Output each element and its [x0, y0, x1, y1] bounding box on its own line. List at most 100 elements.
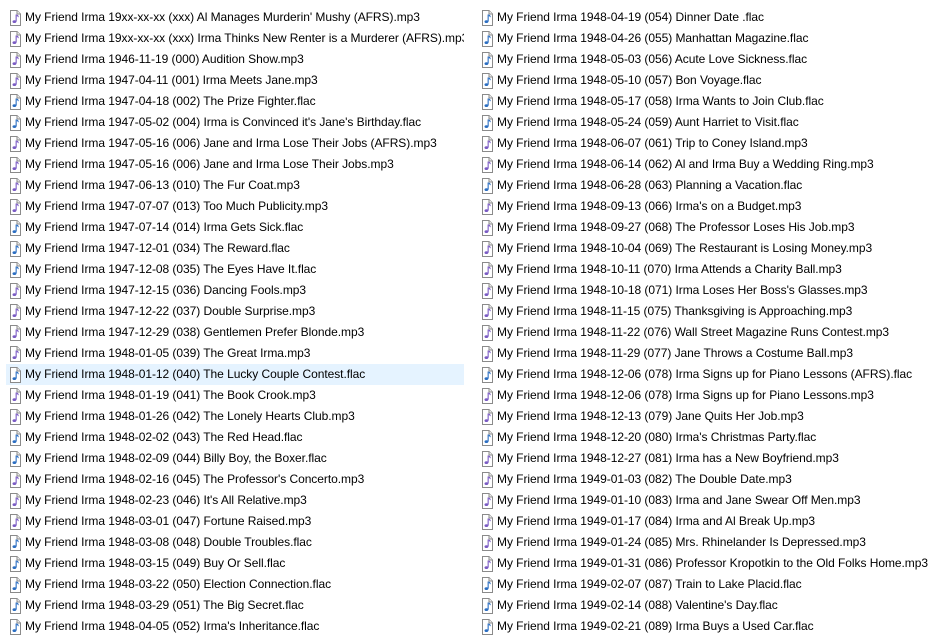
file-item[interactable]: My Friend Irma 1948-01-05 (039) The Grea…: [6, 343, 464, 364]
file-item[interactable]: My Friend Irma 1947-04-11 (001) Irma Mee…: [6, 70, 464, 91]
file-name: My Friend Irma 1948-12-06 (078) Irma Sig…: [497, 367, 913, 381]
file-name: My Friend Irma 1947-04-11 (001) Irma Mee…: [25, 73, 318, 87]
file-item[interactable]: My Friend Irma 1947-12-22 (037) Double S…: [6, 301, 464, 322]
file-name: My Friend Irma 1947-05-16 (006) Jane and…: [25, 157, 394, 171]
file-item[interactable]: My Friend Irma 1948-12-06 (078) Irma Sig…: [478, 364, 933, 385]
mp3-audio-file-icon: [10, 387, 21, 404]
file-name: My Friend Irma 1948-03-22 (050) Election…: [25, 577, 332, 591]
file-name: My Friend Irma 1948-12-13 (079) Jane Qui…: [497, 409, 804, 423]
file-item[interactable]: My Friend Irma 1949-02-07 (087) Train to…: [478, 574, 933, 595]
file-item[interactable]: My Friend Irma 1949-02-14 (088) Valentin…: [478, 595, 933, 616]
file-item[interactable]: My Friend Irma 1949-01-24 (085) Mrs. Rhi…: [478, 532, 933, 553]
file-name: My Friend Irma 1948-10-04 (069) The Rest…: [497, 241, 873, 255]
file-item[interactable]: My Friend Irma 1948-03-29 (051) The Big …: [6, 595, 464, 616]
file-item[interactable]: My Friend Irma 1948-12-20 (080) Irma's C…: [478, 427, 933, 448]
file-item[interactable]: My Friend Irma 1948-01-26 (042) The Lone…: [6, 406, 464, 427]
file-name: My Friend Irma 1948-05-10 (057) Bon Voya…: [497, 73, 762, 87]
file-item[interactable]: My Friend Irma 1948-06-07 (061) Trip to …: [478, 133, 933, 154]
flac-audio-file-icon: [10, 366, 21, 383]
file-item[interactable]: My Friend Irma 1948-03-01 (047) Fortune …: [6, 511, 464, 532]
file-item[interactable]: My Friend Irma 1948-12-13 (079) Jane Qui…: [478, 406, 933, 427]
file-name: My Friend Irma 1947-05-02 (004) Irma is …: [25, 115, 422, 129]
flac-audio-file-icon: [10, 576, 21, 593]
file-item[interactable]: My Friend Irma 1947-12-08 (035) The Eyes…: [6, 259, 464, 280]
file-item[interactable]: My Friend Irma 1947-04-18 (002) The Priz…: [6, 91, 464, 112]
file-item[interactable]: My Friend Irma 1947-05-16 (006) Jane and…: [6, 154, 464, 175]
file-item[interactable]: My Friend Irma 1948-05-03 (056) Acute Lo…: [478, 49, 933, 70]
file-item[interactable]: My Friend Irma 19xx-xx-xx (xxx) Al Manag…: [6, 7, 464, 28]
file-item[interactable]: My Friend Irma 1948-02-16 (045) The Prof…: [6, 469, 464, 490]
mp3-audio-file-icon: [482, 240, 493, 257]
file-item[interactable]: My Friend Irma 1948-10-11 (070) Irma Att…: [478, 259, 933, 280]
file-name: My Friend Irma 1947-06-13 (010) The Fur …: [25, 178, 300, 192]
file-item[interactable]: My Friend Irma 1948-05-10 (057) Bon Voya…: [478, 70, 933, 91]
file-item[interactable]: My Friend Irma 1948-04-26 (055) Manhatta…: [478, 28, 933, 49]
file-item[interactable]: My Friend Irma 1948-01-12 (040) The Luck…: [6, 364, 464, 385]
file-item[interactable]: My Friend Irma 19xx-xx-xx (xxx) Irma Thi…: [6, 28, 464, 49]
file-item[interactable]: My Friend Irma 1946-11-19 (000) Audition…: [6, 49, 464, 70]
file-item[interactable]: My Friend Irma 1948-06-14 (062) Al and I…: [478, 154, 933, 175]
file-name: My Friend Irma 1949-02-21 (089) Irma Buy…: [497, 619, 814, 633]
file-name: My Friend Irma 1947-04-18 (002) The Priz…: [25, 94, 316, 108]
file-item[interactable]: My Friend Irma 1948-11-15 (075) Thanksgi…: [478, 301, 933, 322]
file-item[interactable]: My Friend Irma 1948-12-27 (081) Irma has…: [478, 448, 933, 469]
file-item[interactable]: My Friend Irma 1948-11-22 (076) Wall Str…: [478, 322, 933, 343]
file-item[interactable]: My Friend Irma 1948-09-13 (066) Irma's o…: [478, 196, 933, 217]
mp3-audio-file-icon: [482, 135, 493, 152]
file-name: My Friend Irma 1947-12-22 (037) Double S…: [25, 304, 316, 318]
file-item[interactable]: My Friend Irma 1948-03-08 (048) Double T…: [6, 532, 464, 553]
file-item[interactable]: My Friend Irma 1948-03-15 (049) Buy Or S…: [6, 553, 464, 574]
mp3-audio-file-icon: [482, 408, 493, 425]
file-item[interactable]: My Friend Irma 1949-01-17 (084) Irma and…: [478, 511, 933, 532]
file-list-column-right: My Friend Irma 1948-04-19 (054) Dinner D…: [478, 7, 933, 637]
mp3-audio-file-icon: [482, 450, 493, 467]
mp3-audio-file-icon: [10, 9, 21, 26]
file-item[interactable]: My Friend Irma 1947-12-01 (034) The Rewa…: [6, 238, 464, 259]
flac-audio-file-icon: [482, 429, 493, 446]
file-name: My Friend Irma 1948-01-12 (040) The Luck…: [25, 367, 366, 381]
file-item[interactable]: My Friend Irma 1948-11-29 (077) Jane Thr…: [478, 343, 933, 364]
file-item[interactable]: My Friend Irma 1948-10-04 (069) The Rest…: [478, 238, 933, 259]
file-item[interactable]: My Friend Irma 1948-06-28 (063) Planning…: [478, 175, 933, 196]
file-name: My Friend Irma 1947-12-29 (038) Gentleme…: [25, 325, 365, 339]
flac-audio-file-icon: [482, 366, 493, 383]
file-item[interactable]: My Friend Irma 1947-05-16 (006) Jane and…: [6, 133, 464, 154]
mp3-audio-file-icon: [482, 492, 493, 509]
file-item[interactable]: My Friend Irma 1949-01-31 (086) Professo…: [478, 553, 933, 574]
file-name: My Friend Irma 1948-05-17 (058) Irma Wan…: [497, 94, 824, 108]
file-item[interactable]: My Friend Irma 1949-01-03 (082) The Doub…: [478, 469, 933, 490]
file-item[interactable]: My Friend Irma 1947-12-29 (038) Gentleme…: [6, 322, 464, 343]
mp3-audio-file-icon: [482, 156, 493, 173]
file-item[interactable]: My Friend Irma 1948-01-19 (041) The Book…: [6, 385, 464, 406]
file-name: My Friend Irma 1947-12-01 (034) The Rewa…: [25, 241, 290, 255]
file-item[interactable]: My Friend Irma 1948-02-09 (044) Billy Bo…: [6, 448, 464, 469]
file-item[interactable]: My Friend Irma 1947-05-02 (004) Irma is …: [6, 112, 464, 133]
file-item[interactable]: My Friend Irma 1947-07-14 (014) Irma Get…: [6, 217, 464, 238]
mp3-audio-file-icon: [10, 282, 21, 299]
file-item[interactable]: My Friend Irma 1948-12-06 (078) Irma Sig…: [478, 385, 933, 406]
file-item[interactable]: My Friend Irma 1947-07-07 (013) Too Much…: [6, 196, 464, 217]
file-item[interactable]: My Friend Irma 1948-05-17 (058) Irma Wan…: [478, 91, 933, 112]
file-item[interactable]: My Friend Irma 1948-02-02 (043) The Red …: [6, 427, 464, 448]
file-item[interactable]: My Friend Irma 1947-12-15 (036) Dancing …: [6, 280, 464, 301]
file-name: My Friend Irma 1948-10-11 (070) Irma Att…: [497, 262, 842, 276]
file-item[interactable]: My Friend Irma 1948-04-19 (054) Dinner D…: [478, 7, 933, 28]
file-item[interactable]: My Friend Irma 1948-09-27 (068) The Prof…: [478, 217, 933, 238]
file-item[interactable]: My Friend Irma 1947-06-13 (010) The Fur …: [6, 175, 464, 196]
file-name: My Friend Irma 1949-02-07 (087) Train to…: [497, 577, 802, 591]
flac-audio-file-icon: [482, 177, 493, 194]
file-item[interactable]: My Friend Irma 1948-03-22 (050) Election…: [6, 574, 464, 595]
file-item[interactable]: My Friend Irma 1948-02-23 (046) It's All…: [6, 490, 464, 511]
file-name: My Friend Irma 1948-06-14 (062) Al and I…: [497, 157, 874, 171]
mp3-audio-file-icon: [482, 324, 493, 341]
file-item[interactable]: My Friend Irma 1948-10-18 (071) Irma Los…: [478, 280, 933, 301]
file-item[interactable]: My Friend Irma 1948-05-24 (059) Aunt Har…: [478, 112, 933, 133]
file-item[interactable]: My Friend Irma 1949-02-21 (089) Irma Buy…: [478, 616, 933, 637]
file-name: My Friend Irma 1948-06-07 (061) Trip to …: [497, 136, 808, 150]
file-item[interactable]: My Friend Irma 1949-01-10 (083) Irma and…: [478, 490, 933, 511]
file-name: My Friend Irma 1948-04-19 (054) Dinner D…: [497, 10, 764, 24]
file-item[interactable]: My Friend Irma 1948-04-05 (052) Irma's I…: [6, 616, 464, 637]
mp3-audio-file-icon: [482, 198, 493, 215]
mp3-audio-file-icon: [10, 324, 21, 341]
flac-audio-file-icon: [10, 93, 21, 110]
